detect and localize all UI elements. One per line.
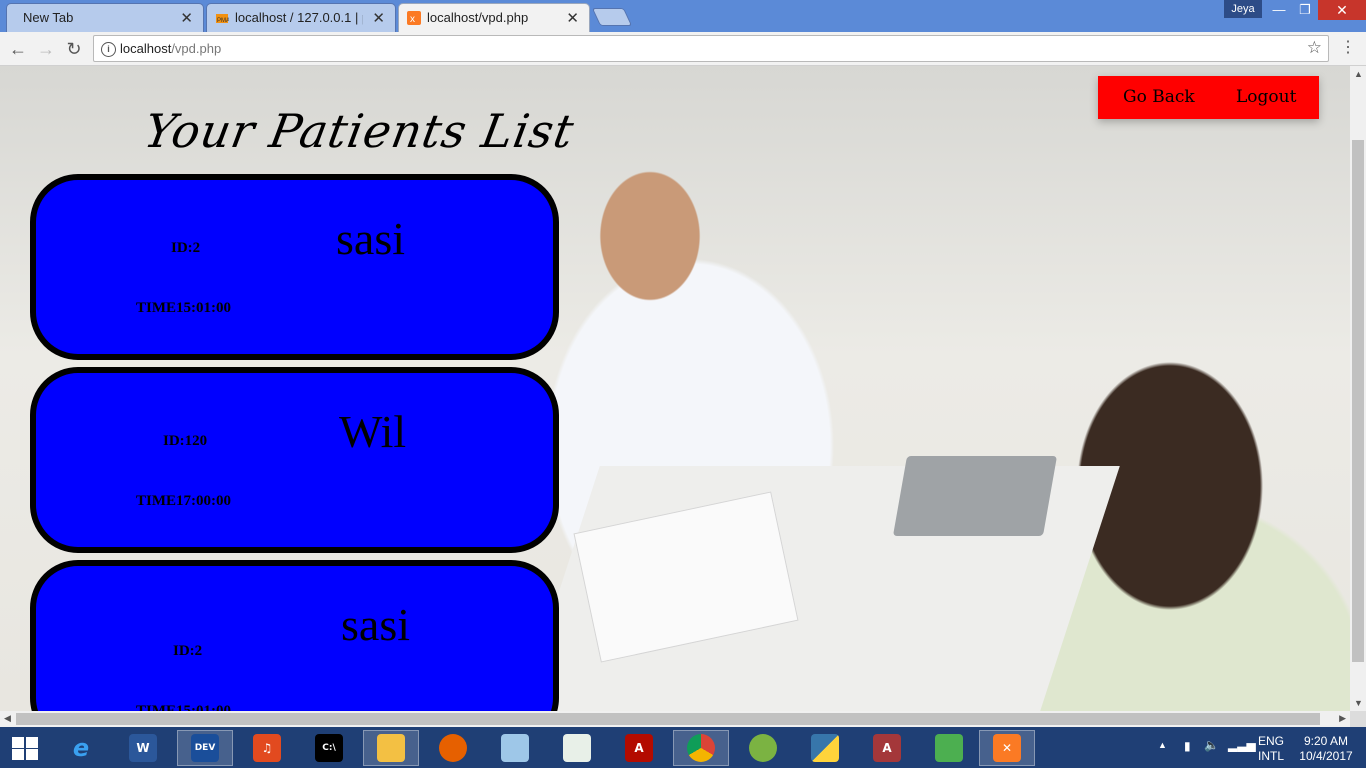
tab-vpd[interactable]: x localhost/vpd.php ✕: [398, 3, 590, 32]
tab-title: localhost/vpd.php: [427, 10, 529, 25]
browser-toolbar: ← → ↻ i localhost/vpd.php ☆ ⋮: [0, 32, 1366, 66]
patient-id: ID:120: [163, 433, 208, 449]
svg-text:x: x: [410, 14, 415, 25]
close-icon[interactable]: ✕: [372, 9, 385, 27]
bookmark-star-icon[interactable]: ☆: [1307, 38, 1322, 58]
word-icon[interactable]: W: [115, 730, 171, 766]
tab-title: localhost / 127.0.0.1 | php: [235, 10, 363, 25]
reload-icon[interactable]: ↻: [62, 37, 86, 61]
patient-card[interactable]: Wil ID:120 TIME17:00:00: [30, 367, 559, 553]
patient-time: TIME15:01:00: [136, 703, 231, 711]
scroll-up-icon[interactable]: ▲: [1354, 69, 1363, 79]
xampp-icon[interactable]: ✕: [979, 730, 1035, 766]
new-tab-button[interactable]: [591, 8, 633, 26]
close-icon[interactable]: ✕: [180, 9, 193, 27]
internet-explorer-icon[interactable]: e: [53, 730, 109, 766]
patient-name: sasi: [336, 213, 405, 264]
acrobat-icon[interactable]: A: [611, 730, 667, 766]
tray-expand-icon[interactable]: ▲: [1158, 740, 1167, 750]
tab-new-tab[interactable]: New Tab ✕: [6, 3, 204, 32]
python-icon[interactable]: [797, 730, 853, 766]
patient-id: ID:2: [171, 240, 201, 256]
scroll-down-icon[interactable]: ▼: [1354, 698, 1363, 708]
minimize-icon[interactable]: —: [1268, 0, 1290, 20]
profile-button[interactable]: Jeya: [1224, 0, 1262, 18]
info-icon[interactable]: i: [101, 42, 116, 57]
file-explorer-icon[interactable]: [363, 730, 419, 766]
patient-name: Wil: [339, 406, 407, 457]
vertical-scroll-thumb[interactable]: [1352, 140, 1364, 662]
start-button[interactable]: [6, 734, 40, 761]
restore-icon[interactable]: ❐: [1294, 0, 1316, 20]
vertical-scrollbar[interactable]: ▲ ▼: [1350, 66, 1366, 711]
volume-icon[interactable]: 🔈: [1204, 738, 1219, 752]
tab-phpmyadmin[interactable]: PMA localhost / 127.0.0.1 | php ✕: [206, 3, 396, 32]
address-bar[interactable]: i localhost/vpd.php ☆: [93, 35, 1329, 62]
logout-link[interactable]: Logout: [1236, 87, 1296, 107]
android-studio-icon[interactable]: [735, 730, 791, 766]
audio-player-icon[interactable]: ♫: [239, 730, 295, 766]
browser-tab-strip: New Tab ✕ PMA localhost / 127.0.0.1 | ph…: [0, 0, 1366, 32]
go-back-link[interactable]: Go Back: [1123, 87, 1195, 107]
scroll-left-icon[interactable]: ◀: [4, 713, 11, 724]
clock[interactable]: 9:20 AM 10/4/2017: [1296, 734, 1356, 764]
back-arrow-icon[interactable]: ←: [6, 37, 30, 61]
patient-card[interactable]: sasi ID:2 TIME15:01:00: [30, 174, 559, 360]
patient-time: TIME15:01:00: [136, 300, 231, 316]
command-prompt-icon[interactable]: C:\: [301, 730, 357, 766]
patient-time: TIME17:00:00: [136, 493, 231, 509]
phpmyadmin-icon: PMA: [215, 11, 230, 25]
battery-icon[interactable]: ▮: [1184, 739, 1191, 753]
close-icon[interactable]: ✕: [566, 9, 579, 27]
scroll-corner: [1350, 711, 1366, 727]
patient-name: sasi: [341, 599, 410, 650]
menu-icon[interactable]: ⋮: [1340, 37, 1356, 61]
chrome-icon[interactable]: [673, 730, 729, 766]
windows-taskbar: e W DEV ♫ C:\ A A ✕ ▲ ▮ 🔈 ▂▃▅ ENG INTL 9…: [0, 727, 1366, 768]
notepad-icon[interactable]: [487, 730, 543, 766]
scroll-right-icon[interactable]: ▶: [1339, 713, 1346, 724]
laptop-shape: [892, 456, 1058, 536]
top-nav: Go Back Logout: [1098, 76, 1319, 119]
tab-title: New Tab: [23, 10, 74, 25]
horizontal-scrollbar[interactable]: ◀ ▶: [0, 711, 1350, 727]
firefox-icon[interactable]: [425, 730, 481, 766]
dev-cpp-icon[interactable]: DEV: [177, 730, 233, 766]
page-title: Your Patients List: [140, 104, 579, 158]
page-viewport: Your Patients List Go Back Logout sasi I…: [0, 66, 1350, 711]
document-viewer-icon[interactable]: [549, 730, 605, 766]
svg-text:PMA: PMA: [217, 18, 229, 24]
close-window-icon[interactable]: ✕: [1318, 0, 1366, 20]
network-icon[interactable]: ▂▃▅: [1228, 738, 1256, 752]
language-indicator[interactable]: ENG INTL: [1258, 734, 1284, 764]
chart-app-icon[interactable]: [921, 730, 977, 766]
xampp-favicon-icon: x: [407, 11, 421, 25]
url-text[interactable]: localhost/vpd.php: [120, 41, 221, 56]
forward-arrow-icon[interactable]: →: [34, 37, 58, 61]
access-icon[interactable]: A: [859, 730, 915, 766]
horizontal-scroll-thumb[interactable]: [16, 713, 1320, 725]
patient-id: ID:2: [173, 643, 203, 659]
patient-card[interactable]: sasi ID:2 TIME15:01:00: [30, 560, 559, 711]
